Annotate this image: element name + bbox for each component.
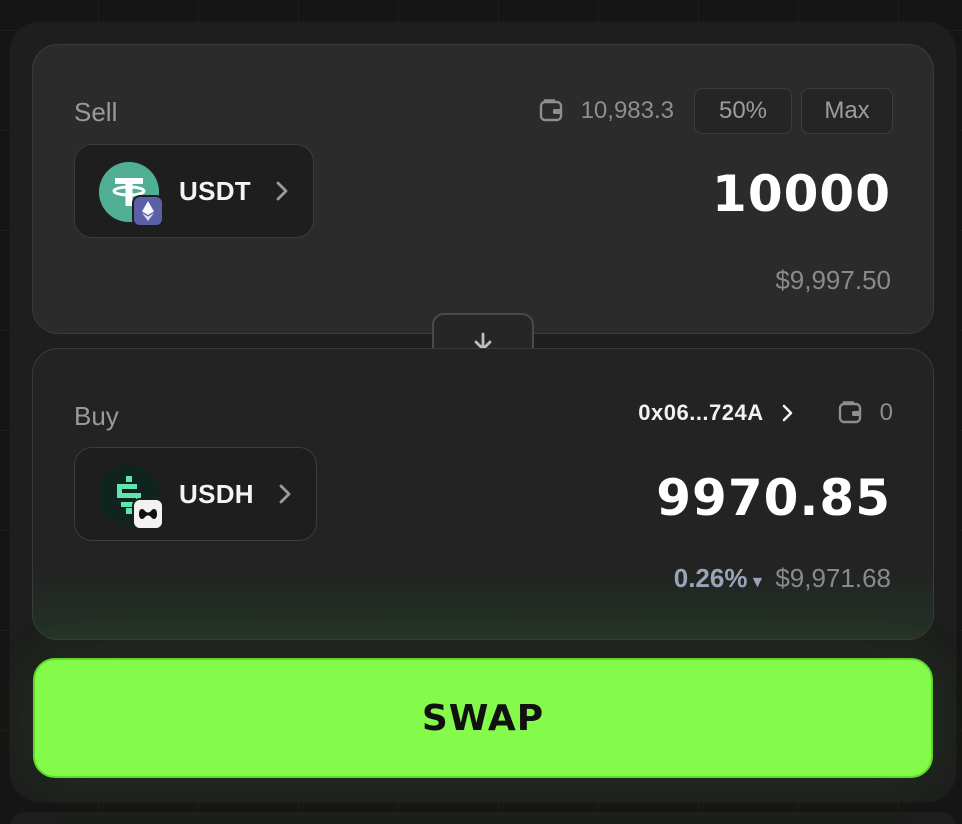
swap-button[interactable]: SWAP [33, 658, 933, 778]
wallet-icon [838, 401, 861, 424]
hyperliquid-icon [132, 498, 164, 530]
buy-amount-output: 9970.85 [656, 469, 891, 527]
sell-token-symbol: USDT [179, 176, 251, 206]
buy-token-symbol: USDH [179, 479, 254, 509]
chevron-right-icon [276, 181, 288, 201]
max-button[interactable]: Max [801, 88, 893, 134]
impact-down-icon: ▼ [749, 574, 766, 591]
price-impact: 0.26% [673, 563, 748, 593]
sell-card: Sell 10,983.3 50% Max USDT 10000 $9,997.… [32, 44, 934, 334]
sell-usd-value: $9,997.50 [775, 265, 891, 295]
lower-panel-edge [10, 812, 956, 824]
sell-token-selector[interactable]: USDT [74, 144, 314, 238]
sell-balance: 10,983.3 [580, 97, 674, 124]
half-button[interactable]: 50% [694, 88, 792, 134]
buy-label: Buy [74, 401, 119, 431]
buy-balance: 0 [879, 399, 893, 426]
buy-usd-value: $9,971.68 [775, 563, 891, 593]
buy-card: Buy 0x06...724A 0 USDH 9970.85 0.26% ▼ $… [32, 348, 934, 640]
buy-token-selector[interactable]: USDH [74, 447, 317, 541]
ethereum-icon [132, 195, 164, 227]
sell-balance-row: 10,983.3 50% Max [539, 87, 893, 135]
chevron-right-icon [279, 484, 291, 504]
chevron-right-icon[interactable] [782, 403, 794, 423]
wallet-icon [539, 99, 562, 122]
buy-header-row: 0x06...724A 0 [638, 399, 893, 427]
sell-amount-input[interactable]: 10000 [491, 165, 891, 223]
sell-label: Sell [74, 97, 118, 127]
recipient-address[interactable]: 0x06...724A [638, 400, 763, 426]
buy-value-row: 0.26% ▼ $9,971.68 [674, 563, 891, 594]
